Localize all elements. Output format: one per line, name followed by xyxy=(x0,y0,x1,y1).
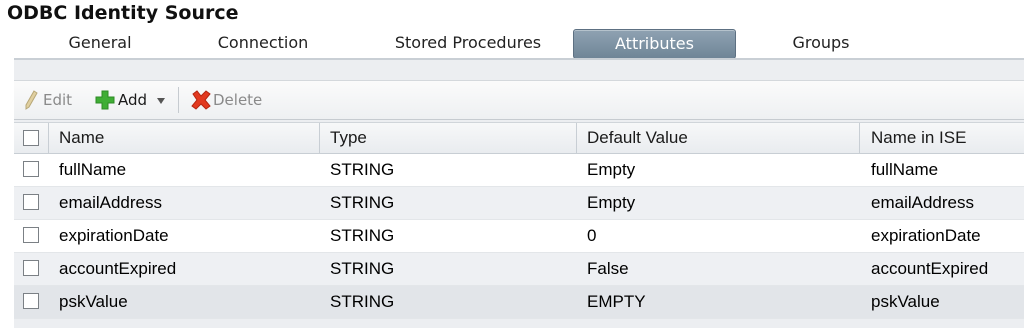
column-divider xyxy=(576,123,577,153)
cell-type: STRING xyxy=(330,259,395,278)
toolbar: Edit Add Delete xyxy=(14,80,1024,120)
table-row[interactable]: accountExpired STRING False accountExpir… xyxy=(14,253,1024,286)
tab-groups[interactable]: Groups xyxy=(768,29,874,57)
cell-default-value: EMPTY xyxy=(587,292,646,311)
cell-name: emailAddress xyxy=(59,193,162,212)
delete-label: Delete xyxy=(213,91,263,109)
column-divider xyxy=(859,123,860,153)
cell-name-in-ise: pskValue xyxy=(871,292,940,311)
delete-button[interactable]: Delete xyxy=(190,89,270,111)
table-row[interactable]: emailAddress STRING Empty emailAddress xyxy=(14,187,1024,220)
add-button[interactable]: Add xyxy=(94,89,174,111)
cell-name-in-ise: expirationDate xyxy=(871,226,981,245)
cell-name: expirationDate xyxy=(59,226,169,245)
table-row[interactable]: pskValue STRING EMPTY pskValue xyxy=(14,286,1024,319)
cell-name-in-ise: fullName xyxy=(871,160,939,179)
select-all-checkbox[interactable] xyxy=(23,130,39,146)
pencil-icon xyxy=(25,90,38,110)
delete-x-icon xyxy=(191,90,211,110)
toolbar-separator xyxy=(178,87,179,113)
column-header-name-in-ise[interactable]: Name in ISE xyxy=(871,123,966,153)
tab-attributes[interactable]: Attributes xyxy=(573,29,736,59)
cell-default-value: Empty xyxy=(587,193,636,212)
edit-label: Edit xyxy=(43,91,73,109)
tab-general[interactable]: General xyxy=(50,29,150,57)
cell-type: STRING xyxy=(330,193,395,212)
row-checkbox[interactable] xyxy=(23,161,39,177)
cell-name-in-ise: accountExpired xyxy=(871,259,989,278)
cell-name: pskValue xyxy=(59,292,128,311)
row-checkbox[interactable] xyxy=(23,227,39,243)
plus-icon xyxy=(95,90,115,110)
row-checkbox[interactable] xyxy=(23,293,39,309)
cell-default-value: Empty xyxy=(587,160,636,179)
cell-name: accountExpired xyxy=(59,259,177,278)
add-label: Add xyxy=(118,91,148,109)
column-divider xyxy=(48,123,49,153)
attributes-table: Name Type Default Value Name in ISE full… xyxy=(14,122,1024,319)
chevron-down-icon xyxy=(157,98,165,104)
table-header-row: Name Type Default Value Name in ISE xyxy=(14,122,1024,154)
cell-name-in-ise: emailAddress xyxy=(871,193,974,212)
cell-default-value: False xyxy=(587,259,629,278)
row-checkbox[interactable] xyxy=(23,194,39,210)
tab-bar: General Connection Stored Procedures Att… xyxy=(0,27,1024,61)
cell-default-value: 0 xyxy=(587,226,597,245)
row-checkbox[interactable] xyxy=(23,260,39,276)
cell-type: STRING xyxy=(330,292,395,311)
column-header-name[interactable]: Name xyxy=(59,123,104,153)
cell-name: fullName xyxy=(59,160,127,179)
column-header-type[interactable]: Type xyxy=(330,123,367,153)
cell-type: STRING xyxy=(330,226,395,245)
column-divider xyxy=(319,123,320,153)
column-header-default-value[interactable]: Default Value xyxy=(587,123,688,153)
cell-type: STRING xyxy=(330,160,395,179)
edit-button[interactable]: Edit xyxy=(24,89,79,111)
tab-stored-procedures[interactable]: Stored Procedures xyxy=(385,29,551,57)
table-row[interactable]: expirationDate STRING 0 expirationDate xyxy=(14,220,1024,253)
tab-connection[interactable]: Connection xyxy=(205,29,321,57)
page-title: ODBC Identity Source xyxy=(7,2,239,24)
table-row[interactable]: fullName STRING Empty fullName xyxy=(14,154,1024,187)
